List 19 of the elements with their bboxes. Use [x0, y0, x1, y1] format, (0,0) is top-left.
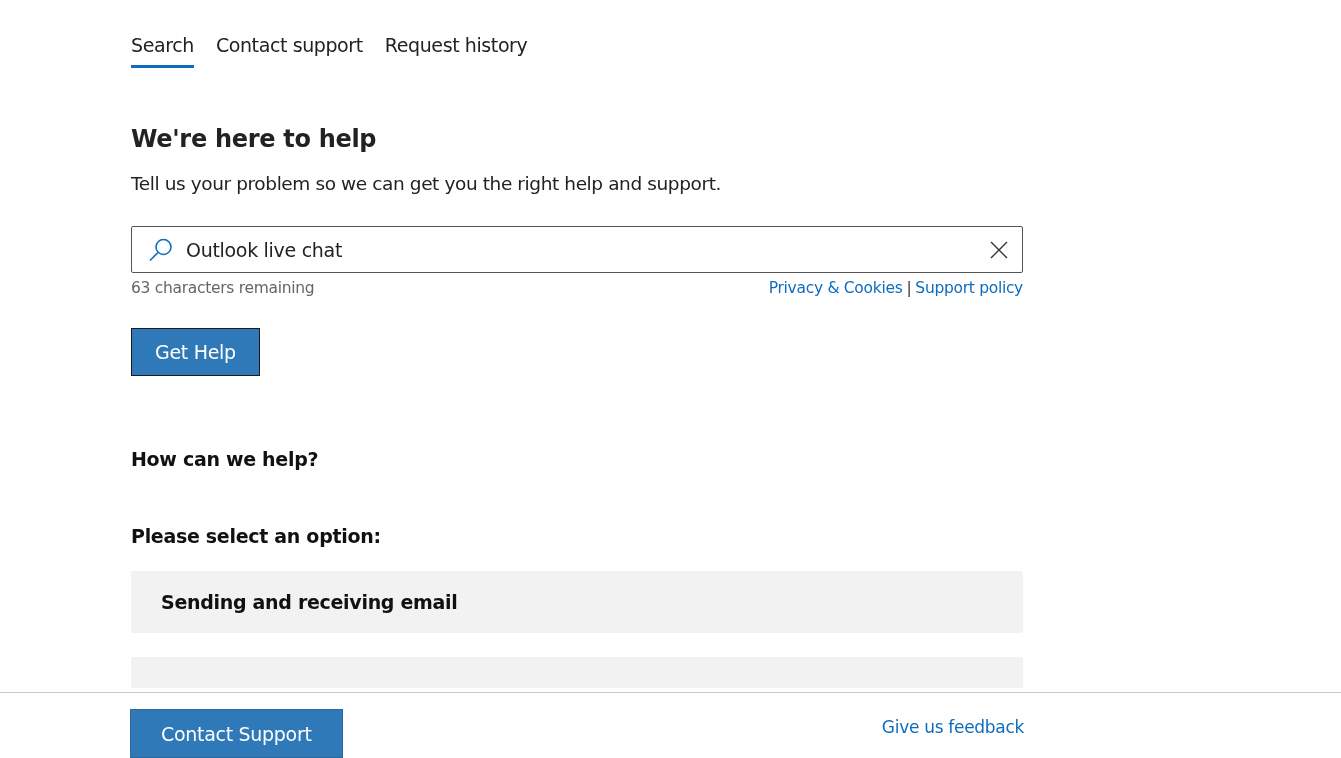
search-icon [148, 236, 174, 263]
section-heading: How can we help? [131, 448, 320, 470]
intro-text: Tell us your problem so we can get you the right help and support. [131, 173, 722, 194]
feedback-link[interactable]: Give us feedback [881, 717, 1024, 737]
link[interactable]: Privacy & Cookies [768, 279, 903, 297]
search-field[interactable]: Outlook live chat [131, 226, 1023, 273]
section-heading: Please select an option: [131, 525, 382, 547]
character-counter: 63 characters remaining [131, 279, 315, 297]
get-help-button[interactable]: Get Help [131, 328, 260, 376]
link[interactable]: Support policy [915, 279, 1023, 297]
tab[interactable]: Request history [384, 34, 528, 68]
link-separator: | [906, 279, 912, 297]
contact-support-button[interactable]: Contact Support [130, 709, 343, 758]
close-icon[interactable] [990, 240, 1008, 259]
tab[interactable]: Search [131, 34, 194, 68]
search-input[interactable]: Outlook live chat [184, 237, 990, 262]
page-heading: We're here to help [131, 125, 378, 153]
tab[interactable]: Contact support [215, 34, 363, 68]
option-item[interactable]: Sending and receiving email [131, 571, 1023, 633]
